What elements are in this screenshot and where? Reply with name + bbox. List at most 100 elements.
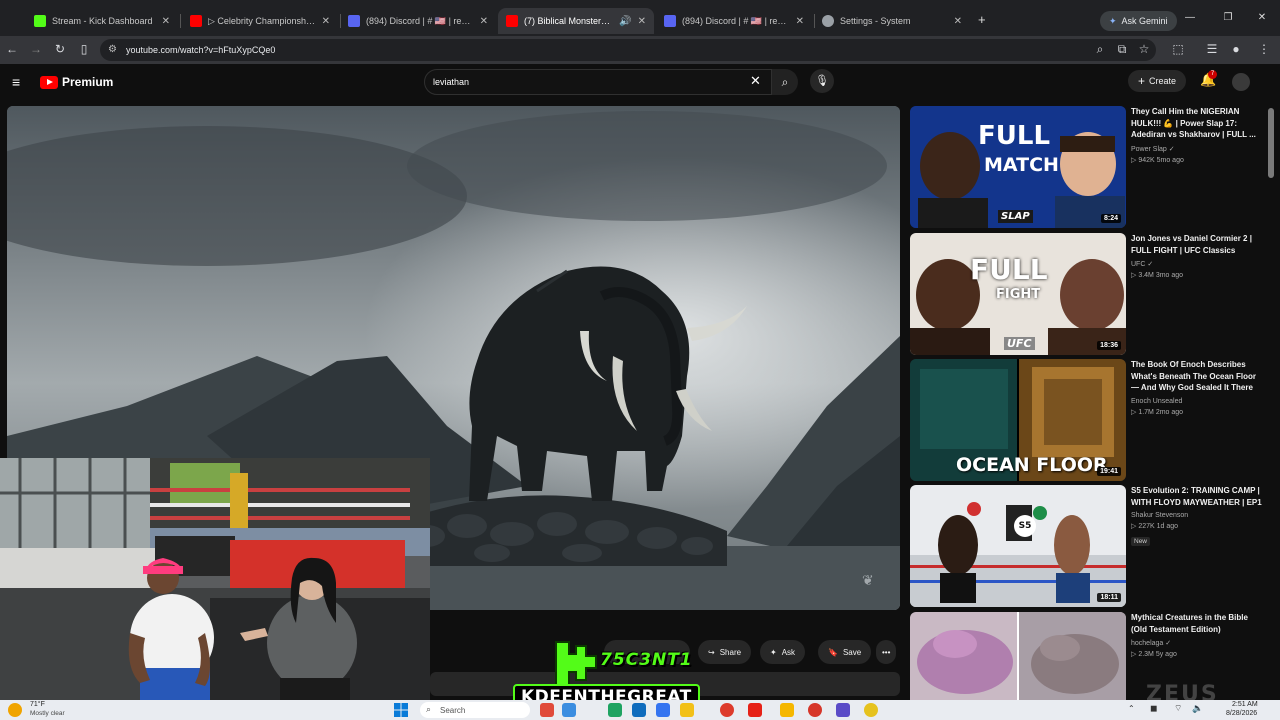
ask-button[interactable]: ✦ Ask (760, 640, 806, 664)
clock-date[interactable]: 8/28/2026 (1226, 710, 1257, 717)
close-tab-icon[interactable]: ✕ (954, 16, 962, 27)
close-tab-icon[interactable]: ✕ (480, 16, 488, 27)
youtube-premium-logo[interactable]: Premium (40, 75, 113, 89)
recommended-video[interactable]: S5 18:11 S5 Evolution 2: TRAINING CAMP |… (910, 485, 1266, 607)
video-title[interactable]: Mythical Creatures in the Bible (Old Tes… (1131, 612, 1263, 635)
ask-label: Ask (781, 647, 796, 657)
clear-search-icon[interactable]: ✕ (750, 73, 761, 89)
close-tab-icon[interactable]: ✕ (322, 16, 330, 27)
chrome-icon[interactable] (720, 703, 734, 717)
tab-title: (894) Discord | # 🇺🇸 | reaction (682, 15, 790, 26)
logo-text: Premium (62, 75, 114, 89)
windows-start-icon[interactable] (394, 703, 408, 717)
video-title[interactable]: Jon Jones vs Daniel Cormier 2 | FULL FIG… (1131, 233, 1263, 256)
notification-count-badge: 7 (1208, 70, 1217, 79)
taskbar-app-icon[interactable] (656, 703, 670, 717)
reload-icon[interactable]: ↻ (52, 41, 68, 57)
tab-title: ▷ Celebrity Championship Box (208, 15, 316, 26)
close-tab-icon[interactable]: ✕ (162, 16, 170, 27)
browser-tab[interactable]: Settings - System ✕ (814, 8, 970, 34)
file-explorer-icon[interactable] (780, 703, 794, 717)
taskbar-app-icon[interactable] (562, 703, 576, 717)
edge-icon[interactable] (632, 703, 646, 717)
create-button[interactable]: + Create (1128, 70, 1187, 92)
zoom-icon[interactable]: ⌕ (1092, 41, 1108, 57)
page-scrollbar[interactable] (1268, 108, 1274, 178)
video-thumbnail[interactable] (910, 612, 1126, 700)
tray-chevron-icon[interactable]: ⌃ (1128, 704, 1135, 713)
reading-list-icon[interactable]: ☰ (1204, 41, 1220, 57)
tab-title: Stream - Kick Dashboard (52, 16, 153, 26)
bookmark-star-icon[interactable]: ☆ (1136, 41, 1152, 57)
search-icon: ⌕ (781, 75, 789, 89)
recommended-video[interactable]: FULL FIGHT UFC 18:36 Jon Jones vs Daniel… (910, 233, 1266, 355)
close-window-icon[interactable]: ✕ (1252, 12, 1272, 23)
video-thumbnail[interactable]: FULL MATCH SLAP 8:24 (910, 106, 1126, 228)
account-avatar[interactable] (1232, 73, 1250, 91)
taskbar-app-icon[interactable] (748, 703, 762, 717)
channel-name[interactable]: hochelaga ✓ (1131, 639, 1263, 647)
taskbar-app-icon[interactable] (808, 703, 822, 717)
site-info-icon[interactable]: ⚙ (108, 44, 117, 55)
minimize-icon[interactable]: — (1180, 12, 1200, 23)
share-icon: ↪ (708, 647, 715, 657)
browser-tab-active[interactable]: (7) Biblical Monsters: Leviat 🔊 ✕ (498, 8, 654, 34)
save-button[interactable]: 🔖 Save (818, 640, 872, 664)
share-button[interactable]: ↪ Share (698, 640, 752, 664)
address-bar[interactable]: ⚙ youtube.com/watch?v=hFtuXypCQe0 (100, 39, 1156, 61)
taskbar-app-icon[interactable] (540, 703, 554, 717)
video-thumbnail[interactable]: OCEAN FLOOR 19:41 (910, 359, 1126, 481)
video-meta: The Book Of Enoch Describes What's Benea… (1131, 359, 1263, 416)
taskbar-app-icon[interactable] (836, 703, 850, 717)
cast-icon[interactable]: ⧉ (1114, 41, 1130, 57)
clock-time[interactable]: 2:51 AM (1232, 701, 1258, 708)
youtube-play-icon (40, 75, 58, 89)
menu-kebab-icon[interactable]: ⋮ (1256, 41, 1272, 57)
speaker-icon[interactable]: 🔊 (619, 16, 631, 27)
taskbar-app-icon[interactable] (608, 703, 622, 717)
video-meta: S5 Evolution 2: TRAINING CAMP | WITH FLO… (1131, 485, 1263, 548)
channel-name[interactable]: Power Slap ✓ (1131, 145, 1263, 153)
extensions-icon[interactable]: ⬚ (1170, 41, 1186, 57)
close-tab-icon[interactable]: ✕ (638, 16, 646, 27)
video-title[interactable]: S5 Evolution 2: TRAINING CAMP | WITH FLO… (1131, 485, 1263, 508)
new-tab-button[interactable]: + (978, 12, 986, 27)
taskbar-app-icon[interactable] (680, 703, 694, 717)
taskbar-search-input[interactable]: ⌕ Search (420, 702, 530, 718)
channel-name[interactable]: Enoch Unsealed (1131, 398, 1263, 405)
more-actions-button[interactable]: ••• (876, 640, 897, 664)
profile-icon[interactable]: ● (1228, 41, 1244, 57)
browser-tab[interactable]: (894) Discord | # 🇺🇸 | reaction ✕ (340, 8, 496, 34)
thumbnail-brand: S5 (1014, 515, 1036, 537)
close-tab-icon[interactable]: ✕ (796, 16, 804, 27)
search-input[interactable]: leviathan (424, 69, 772, 95)
thumbnail-subheadline: FIGHT (996, 287, 1041, 302)
ask-gemini-button[interactable]: ✦ Ask Gemini (1100, 11, 1177, 31)
video-thumbnail[interactable]: S5 18:11 (910, 485, 1126, 607)
browser-tab[interactable]: Stream - Kick Dashboard ✕ (26, 8, 178, 34)
tray-app-icon[interactable]: ◼ (1150, 703, 1157, 714)
youtube-header: ≡ Premium leviathan ✕ ⌕ 🎙 + Create 🔔 7 (0, 64, 1280, 102)
browser-tab[interactable]: ▷ Celebrity Championship Box ✕ (182, 8, 338, 34)
wifi-icon[interactable]: ⌔ (1174, 703, 1182, 714)
os-taskbar: 71°F Mostly clear ⌕ Search ⌃ ◼ ⌔ 🔈 2:51 … (0, 700, 1280, 720)
weather-moon-icon[interactable] (8, 703, 22, 717)
recommended-video[interactable]: OCEAN FLOOR 19:41 The Book Of Enoch Desc… (910, 359, 1266, 481)
video-title[interactable]: They Call Him the NIGERIAN HULK!!! 💪 | P… (1131, 106, 1263, 141)
video-title[interactable]: The Book Of Enoch Describes What's Benea… (1131, 359, 1263, 394)
browser-tab[interactable]: (894) Discord | # 🇺🇸 | reaction ✕ (656, 8, 812, 34)
volume-icon[interactable]: 🔈 (1192, 703, 1203, 714)
video-thumbnail[interactable]: FULL FIGHT UFC 18:36 (910, 233, 1126, 355)
voice-search-button[interactable]: 🎙 (810, 69, 834, 93)
recommended-video[interactable]: FULL MATCH SLAP 8:24 They Call Him the N… (910, 106, 1266, 228)
channel-name[interactable]: UFC ✓ (1131, 260, 1263, 268)
split-view-icon[interactable]: ▯ (76, 41, 92, 57)
back-icon[interactable]: ← (4, 41, 20, 57)
hamburger-menu-icon[interactable]: ≡ (12, 74, 20, 90)
forward-icon[interactable]: → (28, 41, 44, 57)
channel-name[interactable]: Shakur Stevenson (1131, 512, 1263, 519)
video-stats: ▷ 227K 1d ago (1131, 523, 1179, 530)
restore-icon[interactable]: ❐ (1218, 12, 1238, 23)
search-button[interactable]: ⌕ (772, 69, 798, 95)
taskbar-app-icon[interactable] (864, 703, 878, 717)
